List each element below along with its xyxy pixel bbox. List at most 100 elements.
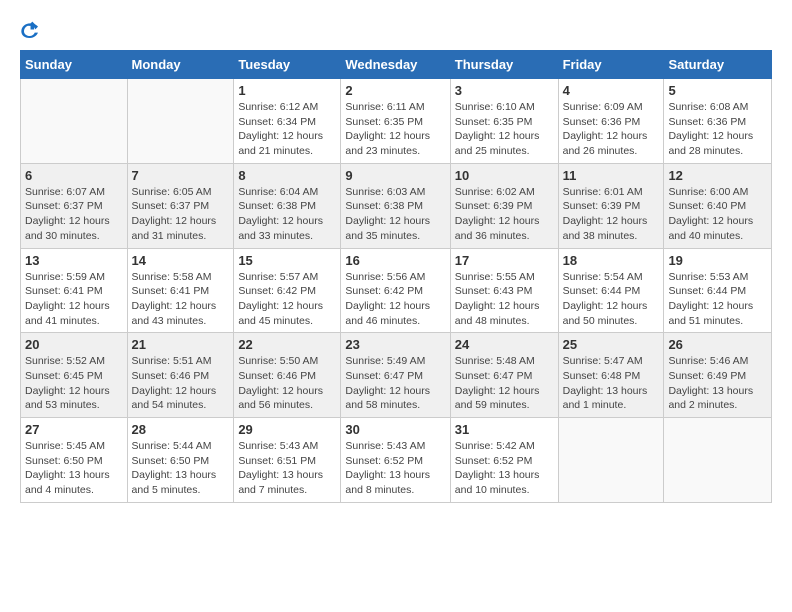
calendar-cell: 11 Sunrise: 6:01 AMSunset: 6:39 PMDayligh…: [558, 163, 664, 248]
day-info: Sunrise: 6:05 AMSunset: 6:37 PMDaylight:…: [132, 185, 230, 244]
calendar-cell: 22 Sunrise: 5:50 AMSunset: 6:46 PMDayligh…: [234, 333, 341, 418]
calendar-table: SundayMondayTuesdayWednesdayThursdayFrid…: [20, 50, 772, 503]
calendar-cell: 2 Sunrise: 6:11 AMSunset: 6:35 PMDaylight…: [341, 79, 450, 164]
calendar-cell: 4Sunrise: 6:09 AMSunset: 6:36 PMDaylight…: [558, 79, 664, 164]
calendar-cell: [664, 418, 772, 503]
day-number: 3: [455, 83, 554, 98]
calendar-cell: 1Sunrise: 6:12 AMSunset: 6:34 PMDaylight…: [234, 79, 341, 164]
calendar-cell: 28 Sunrise: 5:44 AMSunset: 6:50 PMDayligh…: [127, 418, 234, 503]
day-info: Sunrise: 6:01 AMSunset: 6:39 PMDaylight:…: [563, 185, 660, 244]
day-info: Sunrise: 6:02 AMSunset: 6:39 PMDaylight:…: [455, 185, 554, 244]
day-number: 5: [668, 83, 767, 98]
day-number: 12: [668, 168, 767, 183]
day-number: 6: [25, 168, 123, 183]
day-info: Sunrise: 5:49 AMSunset: 6:47 PMDaylight:…: [345, 354, 445, 413]
day-info: Sunrise: 5:56 AMSunset: 6:42 PMDaylight:…: [345, 270, 445, 329]
calendar-cell: 6 Sunrise: 6:07 AMSunset: 6:37 PMDaylight…: [21, 163, 128, 248]
day-info: Sunrise: 5:55 AMSunset: 6:43 PMDaylight:…: [455, 270, 554, 329]
day-number: 10: [455, 168, 554, 183]
calendar-cell: 25 Sunrise: 5:47 AMSunset: 6:48 PMDayligh…: [558, 333, 664, 418]
day-header-monday: Monday: [127, 51, 234, 79]
day-info: Sunrise: 6:04 AMSunset: 6:38 PMDaylight:…: [238, 185, 336, 244]
calendar-cell: 8 Sunrise: 6:04 AMSunset: 6:38 PMDaylight…: [234, 163, 341, 248]
day-number: 25: [563, 337, 660, 352]
day-info: Sunrise: 5:59 AMSunset: 6:41 PMDaylight:…: [25, 270, 123, 329]
day-info: Sunrise: 5:47 AMSunset: 6:48 PMDaylight:…: [563, 354, 660, 413]
day-info: Sunrise: 5:45 AMSunset: 6:50 PMDaylight:…: [25, 439, 123, 498]
calendar-cell: 17 Sunrise: 5:55 AMSunset: 6:43 PMDayligh…: [450, 248, 558, 333]
day-number: 19: [668, 253, 767, 268]
day-number: 22: [238, 337, 336, 352]
day-header-saturday: Saturday: [664, 51, 772, 79]
day-number: 17: [455, 253, 554, 268]
day-number: 30: [345, 422, 445, 437]
calendar-cell: 18 Sunrise: 5:54 AMSunset: 6:44 PMDayligh…: [558, 248, 664, 333]
calendar-cell: 9 Sunrise: 6:03 AMSunset: 6:38 PMDaylight…: [341, 163, 450, 248]
calendar-cell: 27Sunrise: 5:45 AMSunset: 6:50 PMDayligh…: [21, 418, 128, 503]
calendar-cell: 24 Sunrise: 5:48 AMSunset: 6:47 PMDayligh…: [450, 333, 558, 418]
day-info: Sunrise: 5:48 AMSunset: 6:47 PMDaylight:…: [455, 354, 554, 413]
day-info: Sunrise: 5:50 AMSunset: 6:46 PMDaylight:…: [238, 354, 336, 413]
day-number: 7: [132, 168, 230, 183]
day-info: Sunrise: 6:09 AMSunset: 6:36 PMDaylight:…: [563, 100, 660, 159]
day-info: Sunrise: 6:00 AMSunset: 6:40 PMDaylight:…: [668, 185, 767, 244]
day-info: Sunrise: 5:54 AMSunset: 6:44 PMDaylight:…: [563, 270, 660, 329]
day-number: 13: [25, 253, 123, 268]
calendar-header: SundayMondayTuesdayWednesdayThursdayFrid…: [21, 51, 772, 79]
day-info: Sunrise: 5:58 AMSunset: 6:41 PMDaylight:…: [132, 270, 230, 329]
day-header-thursday: Thursday: [450, 51, 558, 79]
day-number: 15: [238, 253, 336, 268]
day-number: 11: [563, 168, 660, 183]
day-number: 26: [668, 337, 767, 352]
day-header-sunday: Sunday: [21, 51, 128, 79]
calendar-cell: 30 Sunrise: 5:43 AMSunset: 6:52 PMDayligh…: [341, 418, 450, 503]
day-number: 9: [345, 168, 445, 183]
calendar-cell: 16 Sunrise: 5:56 AMSunset: 6:42 PMDayligh…: [341, 248, 450, 333]
day-number: 20: [25, 337, 123, 352]
calendar-cell: 23 Sunrise: 5:49 AMSunset: 6:47 PMDayligh…: [341, 333, 450, 418]
calendar-cell: 7 Sunrise: 6:05 AMSunset: 6:37 PMDaylight…: [127, 163, 234, 248]
day-number: 28: [132, 422, 230, 437]
day-info: Sunrise: 6:10 AMSunset: 6:35 PMDaylight:…: [455, 100, 554, 159]
day-number: 29: [238, 422, 336, 437]
day-number: 2: [345, 83, 445, 98]
calendar-cell: 20 Sunrise: 5:52 AMSunset: 6:45 PMDayligh…: [21, 333, 128, 418]
day-header-tuesday: Tuesday: [234, 51, 341, 79]
day-number: 8: [238, 168, 336, 183]
day-info: Sunrise: 5:44 AMSunset: 6:50 PMDaylight:…: [132, 439, 230, 498]
day-number: 23: [345, 337, 445, 352]
day-info: Sunrise: 5:46 AMSunset: 6:49 PMDaylight:…: [668, 354, 767, 413]
calendar-cell: 26 Sunrise: 5:46 AMSunset: 6:49 PMDayligh…: [664, 333, 772, 418]
logo-icon: [20, 20, 40, 40]
day-info: Sunrise: 6:07 AMSunset: 6:37 PMDaylight:…: [25, 185, 123, 244]
day-number: 24: [455, 337, 554, 352]
calendar-cell: 3 Sunrise: 6:10 AMSunset: 6:35 PMDaylight…: [450, 79, 558, 164]
calendar-cell: 13 Sunrise: 5:59 AMSunset: 6:41 PMDayligh…: [21, 248, 128, 333]
day-info: Sunrise: 6:11 AMSunset: 6:35 PMDaylight:…: [345, 100, 445, 159]
day-number: 21: [132, 337, 230, 352]
day-header-wednesday: Wednesday: [341, 51, 450, 79]
day-info: Sunrise: 5:42 AMSunset: 6:52 PMDaylight:…: [455, 439, 554, 498]
calendar-cell: 5Sunrise: 6:08 AMSunset: 6:36 PMDaylight…: [664, 79, 772, 164]
day-info: Sunrise: 5:53 AMSunset: 6:44 PMDaylight:…: [668, 270, 767, 329]
day-info: Sunrise: 6:03 AMSunset: 6:38 PMDaylight:…: [345, 185, 445, 244]
day-number: 31: [455, 422, 554, 437]
calendar-cell: 21 Sunrise: 5:51 AMSunset: 6:46 PMDayligh…: [127, 333, 234, 418]
calendar-cell: 14 Sunrise: 5:58 AMSunset: 6:41 PMDayligh…: [127, 248, 234, 333]
calendar-cell: 19 Sunrise: 5:53 AMSunset: 6:44 PMDayligh…: [664, 248, 772, 333]
calendar-cell: 29 Sunrise: 5:43 AMSunset: 6:51 PMDayligh…: [234, 418, 341, 503]
day-number: 14: [132, 253, 230, 268]
day-number: 16: [345, 253, 445, 268]
day-info: Sunrise: 5:52 AMSunset: 6:45 PMDaylight:…: [25, 354, 123, 413]
day-info: Sunrise: 5:51 AMSunset: 6:46 PMDaylight:…: [132, 354, 230, 413]
day-number: 18: [563, 253, 660, 268]
calendar-cell: 15 Sunrise: 5:57 AMSunset: 6:42 PMDayligh…: [234, 248, 341, 333]
day-number: 1: [238, 83, 336, 98]
day-info: Sunrise: 5:43 AMSunset: 6:52 PMDaylight:…: [345, 439, 445, 498]
calendar-cell: [558, 418, 664, 503]
day-info: Sunrise: 5:57 AMSunset: 6:42 PMDaylight:…: [238, 270, 336, 329]
calendar-cell: 31 Sunrise: 5:42 AMSunset: 6:52 PMDayligh…: [450, 418, 558, 503]
calendar-cell: [127, 79, 234, 164]
day-info: Sunrise: 5:43 AMSunset: 6:51 PMDaylight:…: [238, 439, 336, 498]
day-header-friday: Friday: [558, 51, 664, 79]
